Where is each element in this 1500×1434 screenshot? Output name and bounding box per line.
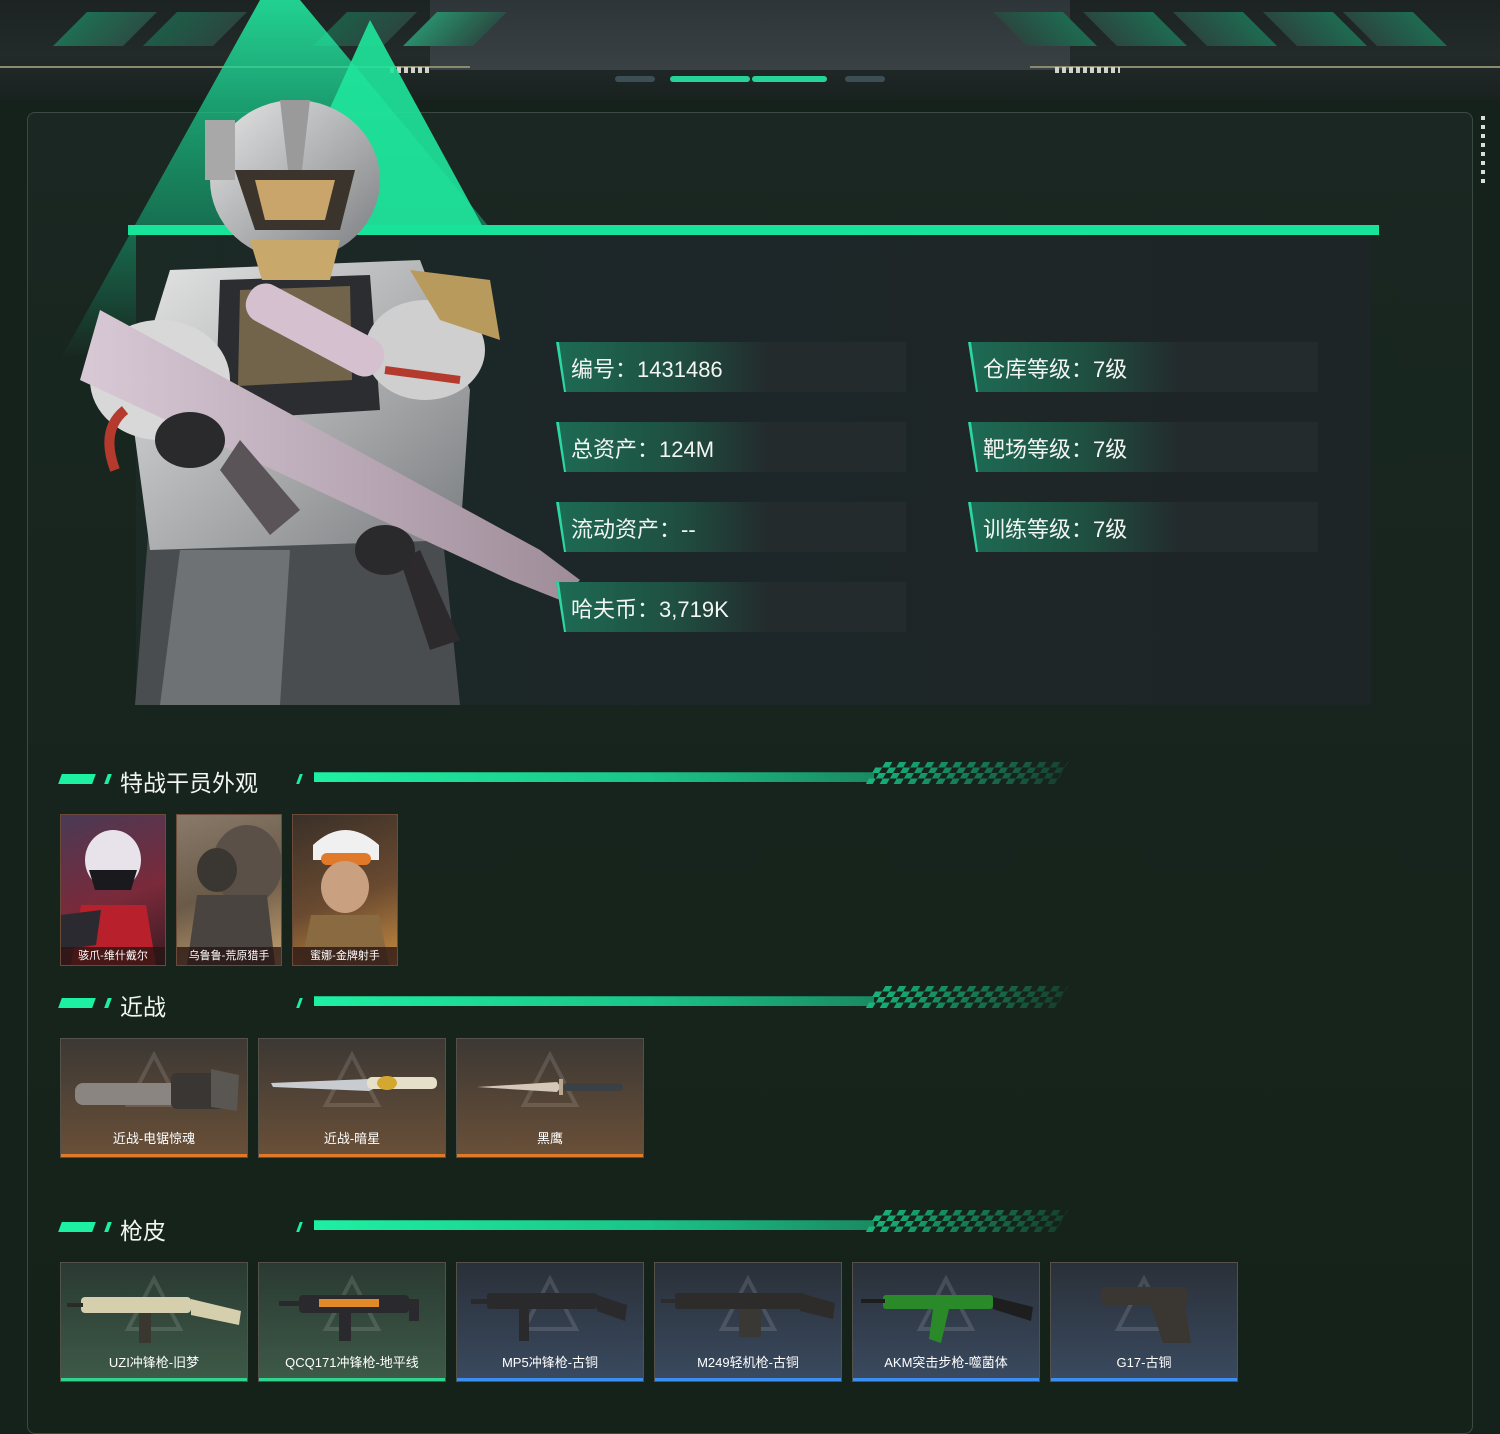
header-pill	[615, 76, 655, 82]
operator-portrait	[80, 100, 580, 705]
melee-label: 近战-电锯惊魂	[112, 1131, 196, 1146]
gun-skin-card[interactable]: M249轻机枪-古铜	[654, 1262, 842, 1382]
operator-skin-card[interactable]: 蜜娜-金牌射手	[292, 814, 398, 966]
gun-skin-label: QCQ171冲锋枪-地平线	[285, 1355, 419, 1370]
field-label: 总资产：	[571, 437, 660, 462]
header-center-plate	[430, 0, 1070, 70]
rarity-underline	[1051, 1378, 1237, 1381]
header-stripe	[1173, 12, 1277, 46]
field-label: 靶场等级：	[983, 437, 1094, 462]
melee-card[interactable]: 近战-暗星	[258, 1038, 446, 1158]
melee-label: 近战-暗星	[323, 1131, 381, 1146]
field-label: 哈夫币：	[571, 597, 660, 622]
section-header-melee: 近战	[58, 986, 1070, 1026]
gun-skin-label: AKM突击步枪-噬菌体	[884, 1355, 1008, 1370]
rarity-underline	[853, 1378, 1039, 1381]
operator-skin-label: 乌鲁鲁-荒原猎手	[177, 947, 281, 965]
melee-label: 黑鹰	[536, 1131, 563, 1146]
gun-skin-card[interactable]: QCQ171冲锋枪-地平线	[258, 1262, 446, 1382]
operator-skin-label: 骇爪-维什戴尔	[61, 947, 165, 965]
field-value: 7级	[1093, 437, 1128, 462]
field-label: 编号：	[571, 357, 638, 382]
section-title: 特战干员外观	[120, 770, 258, 796]
operator-skin-image	[301, 830, 389, 965]
gun-skin-label: G17-古铜	[1116, 1355, 1172, 1370]
total-assets-field: 总资产：124M	[556, 422, 906, 472]
header-pill	[670, 76, 750, 82]
section-header-operator-skins: 特战干员外观	[58, 762, 1070, 802]
gun-skin-card[interactable]: G17-古铜	[1050, 1262, 1238, 1382]
section-title: 枪皮	[120, 1218, 166, 1244]
field-label: 流动资产：	[571, 517, 682, 542]
field-value: 7级	[1093, 357, 1128, 382]
operator-skin-card[interactable]: 骇爪-维什戴尔	[60, 814, 166, 966]
operator-skin-image	[61, 830, 156, 965]
rarity-underline	[259, 1154, 445, 1157]
liquid-assets-field: 流动资产：--	[556, 502, 906, 552]
header-stripe	[1083, 12, 1187, 46]
section-title: 近战	[120, 994, 166, 1020]
section-header-gun-skins: 枪皮	[58, 1210, 1070, 1250]
field-label: 仓库等级：	[983, 357, 1094, 382]
field-label: 训练等级：	[983, 517, 1094, 542]
gun-skin-label: MP5冲锋枪-古铜	[501, 1355, 599, 1370]
field-value: 124M	[659, 437, 715, 462]
gun-skin-label: M249轻机枪-古铜	[697, 1355, 799, 1370]
rarity-underline	[655, 1378, 841, 1381]
rarity-underline	[457, 1154, 643, 1157]
field-value: 3,719K	[659, 597, 729, 622]
field-value: 1431486	[637, 357, 723, 382]
field-value: --	[681, 517, 696, 542]
field-value: 7级	[1093, 517, 1128, 542]
gun-skin-card[interactable]: UZI冲锋枪-旧梦	[60, 1262, 248, 1382]
melee-card[interactable]: 近战-电锯惊魂	[60, 1038, 248, 1158]
rarity-underline	[259, 1378, 445, 1381]
gun-skin-label: UZI冲锋枪-旧梦	[108, 1355, 200, 1370]
warehouse-level-field: 仓库等级：7级	[968, 342, 1318, 392]
header-ticks	[1055, 67, 1120, 73]
frame-scroll-dots	[1481, 116, 1485, 186]
rarity-underline	[61, 1378, 247, 1381]
header-pill	[845, 76, 885, 82]
operator-skin-label: 蜜娜-金牌射手	[293, 947, 397, 965]
haf-coin-field: 哈夫币：3,719K	[556, 582, 906, 632]
training-level-field: 训练等级：7级	[968, 502, 1318, 552]
gun-skin-card[interactable]: MP5冲锋枪-古铜	[456, 1262, 644, 1382]
melee-card[interactable]: 黑鹰	[456, 1038, 644, 1158]
rarity-underline	[457, 1378, 643, 1381]
header-pill	[752, 76, 827, 82]
operator-skin-image	[187, 825, 281, 965]
operator-skin-card[interactable]: 乌鲁鲁-荒原猎手	[176, 814, 282, 966]
rarity-underline	[61, 1154, 247, 1157]
gun-skin-card[interactable]: AKM突击步枪-噬菌体	[852, 1262, 1040, 1382]
range-level-field: 靶场等级：7级	[968, 422, 1318, 472]
id-field: 编号：1431486	[556, 342, 906, 392]
